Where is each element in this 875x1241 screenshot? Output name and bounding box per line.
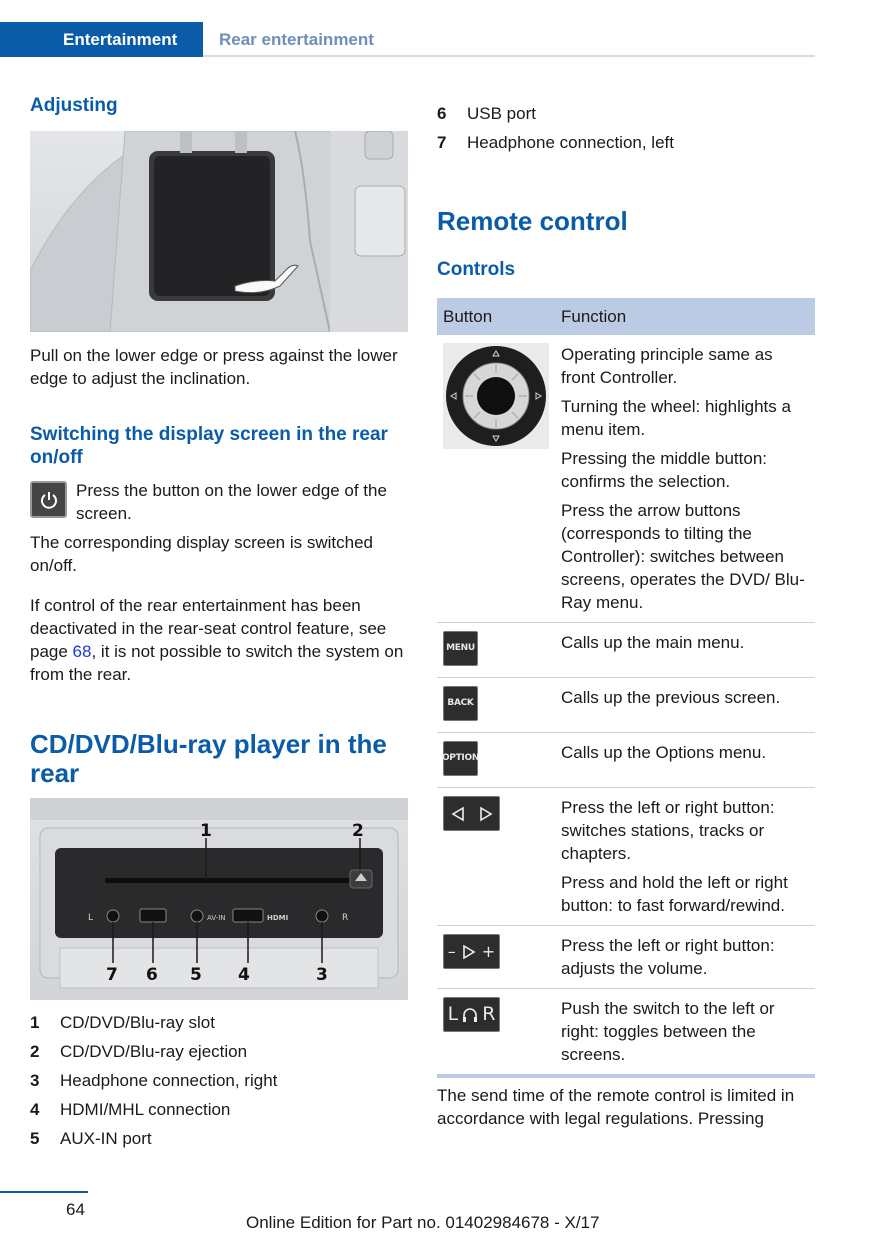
list-item: 1 CD/DVD/Blu-ray slot xyxy=(30,1011,277,1040)
volume-plus-label: + xyxy=(481,942,496,961)
controller-function-2: Turning the wheel: highlights a menu ite… xyxy=(561,397,791,439)
table-header-row: Button Function xyxy=(437,298,815,335)
list-item: 2 CD/DVD/Blu-ray ejection xyxy=(30,1040,277,1069)
controls-table: Button Function Operating principle same… xyxy=(437,298,815,1078)
list-item-number: 7 xyxy=(437,133,447,152)
footer-rule xyxy=(0,1191,88,1193)
switch-heading: Switching the display screen in the rear… xyxy=(30,424,388,468)
controller-function-3: Pressing the middle button: confirms the… xyxy=(561,449,768,491)
cd-player-parts-list: 1 CD/DVD/Blu-ray slot 2 CD/DVD/Blu-ray eje… xyxy=(30,1011,277,1156)
fig-label-1: 1 xyxy=(200,821,212,841)
page-68-link[interactable]: 68 xyxy=(73,642,92,661)
switch-press-text: Press the button on the lower edge of th… xyxy=(76,481,387,523)
option-function: Calls up the Options menu. xyxy=(555,732,815,788)
list-item-text: Headphone connection, right xyxy=(60,1071,278,1090)
volume-minus-label: – xyxy=(447,942,456,961)
fig-label-5: 5 xyxy=(190,965,202,985)
fig-label-4: 4 xyxy=(238,965,250,985)
list-item: 7 Headphone connection, left xyxy=(437,131,674,160)
cd-player-illustration: L R AV-IN HDMI 1 2 7 6 5 4 3 xyxy=(30,798,408,989)
fig-label-3: 3 xyxy=(316,965,328,985)
table-row: OPTION Calls up the Options menu. xyxy=(437,732,815,788)
fig-label-6: 6 xyxy=(146,965,158,985)
arrows-function-2: Press and hold the left or right button:… xyxy=(561,873,788,915)
table-row: BACK Calls up the previous screen. xyxy=(437,677,815,733)
play-icon xyxy=(462,944,476,959)
list-item: 6 USB port xyxy=(437,102,674,131)
screen-adjust-illustration xyxy=(30,131,408,332)
page-header: Entertainment Rear entertainment xyxy=(0,0,815,57)
list-item-number: 6 xyxy=(437,104,447,123)
table-row: Press the left or right button: switches… xyxy=(437,787,815,926)
page-number: 64 xyxy=(66,1200,85,1219)
controls-heading: Controls xyxy=(437,259,516,280)
controller-function-1: Operating principle same as front Contro… xyxy=(561,345,773,387)
cd-player-heading: CD/DVD/Blu-ray player in the rear xyxy=(30,729,387,788)
power-icon xyxy=(30,481,67,518)
table-row: L R Push the switch to the left or right… xyxy=(437,988,815,1078)
column-header-function: Function xyxy=(555,298,815,335)
list-item: 3 Headphone connection, right xyxy=(30,1069,277,1098)
fig-label-2: 2 xyxy=(352,821,364,841)
remote-control-heading: Remote control xyxy=(437,206,628,236)
list-item: 5 AUX-IN port xyxy=(30,1127,277,1156)
fig-label-7: 7 xyxy=(106,965,118,985)
left-right-arrow-key-icon xyxy=(443,796,500,831)
back-function: Calls up the previous screen. xyxy=(555,677,815,733)
list-item-text: USB port xyxy=(467,104,536,123)
left-right-screen-switch-icon: L R xyxy=(443,997,500,1032)
table-row: MENU Calls up the main menu. xyxy=(437,622,815,678)
cd-player-figure: L R AV-IN HDMI 1 2 7 6 5 4 3 xyxy=(30,798,408,1000)
fig-label-hdmi: HDMI xyxy=(267,914,288,922)
fig-label-avin: AV-IN xyxy=(207,914,226,922)
list-item-number: 5 xyxy=(30,1129,40,1148)
list-item-text: Headphone connection, left xyxy=(467,133,674,152)
header-subsection: Rear entertainment xyxy=(219,30,374,49)
list-item-number: 1 xyxy=(30,1013,40,1032)
back-key-icon: BACK xyxy=(443,686,478,721)
switch-corresponding-text: The corresponding display screen is swit… xyxy=(30,533,374,575)
header-section: Entertainment xyxy=(0,22,203,57)
fig-label-r: R xyxy=(342,913,348,923)
list-item-text: CD/DVD/Blu-ray ejection xyxy=(60,1042,248,1061)
arrows-function-1: Press the left or right button: switches… xyxy=(561,798,775,863)
send-time-text: The send time of the remote control is l… xyxy=(437,1086,795,1128)
edition-note: Online Edition for Part no. 01402984678 … xyxy=(246,1213,600,1232)
adjusting-text: Pull on the lower edge or press against … xyxy=(30,346,398,388)
list-item: 4 HDMI/MHL connection xyxy=(30,1098,277,1127)
list-item-number: 4 xyxy=(30,1100,40,1119)
adjusting-heading: Adjusting xyxy=(30,95,118,116)
switch-left-label: L xyxy=(447,1003,459,1025)
controller-function-4: Press the arrow buttons (corresponds to … xyxy=(561,501,805,612)
menu-key-icon: MENU xyxy=(443,631,478,666)
controller-knob-icon xyxy=(443,343,549,449)
table-row: – + Press the left or right button: adju… xyxy=(437,925,815,989)
fig-label-l: L xyxy=(88,913,93,923)
volume-key-icon: – + xyxy=(443,934,500,969)
list-item-number: 2 xyxy=(30,1042,40,1061)
list-item-number: 3 xyxy=(30,1071,40,1090)
cd-player-parts-list-continued: 6 USB port 7 Headphone connection, left xyxy=(437,102,674,160)
volume-function: Press the left or right button: adjusts … xyxy=(555,925,815,989)
screen-adjust-figure xyxy=(30,131,408,332)
headphone-icon xyxy=(463,1007,478,1022)
switch-right-label: R xyxy=(482,1003,496,1025)
list-item-text: HDMI/MHL connection xyxy=(60,1100,231,1119)
screen-switch-function: Push the switch to the left or right: to… xyxy=(555,988,815,1078)
column-header-button: Button xyxy=(437,298,555,335)
option-key-icon: OPTION xyxy=(442,741,479,776)
list-item-text: CD/DVD/Blu-ray slot xyxy=(60,1013,215,1032)
list-item-text: AUX-IN port xyxy=(60,1129,152,1148)
deactivated-control-text: If control of the rear entertainment has… xyxy=(30,594,405,686)
menu-function: Calls up the main menu. xyxy=(555,622,815,678)
table-row: Operating principle same as front Contro… xyxy=(437,335,815,623)
